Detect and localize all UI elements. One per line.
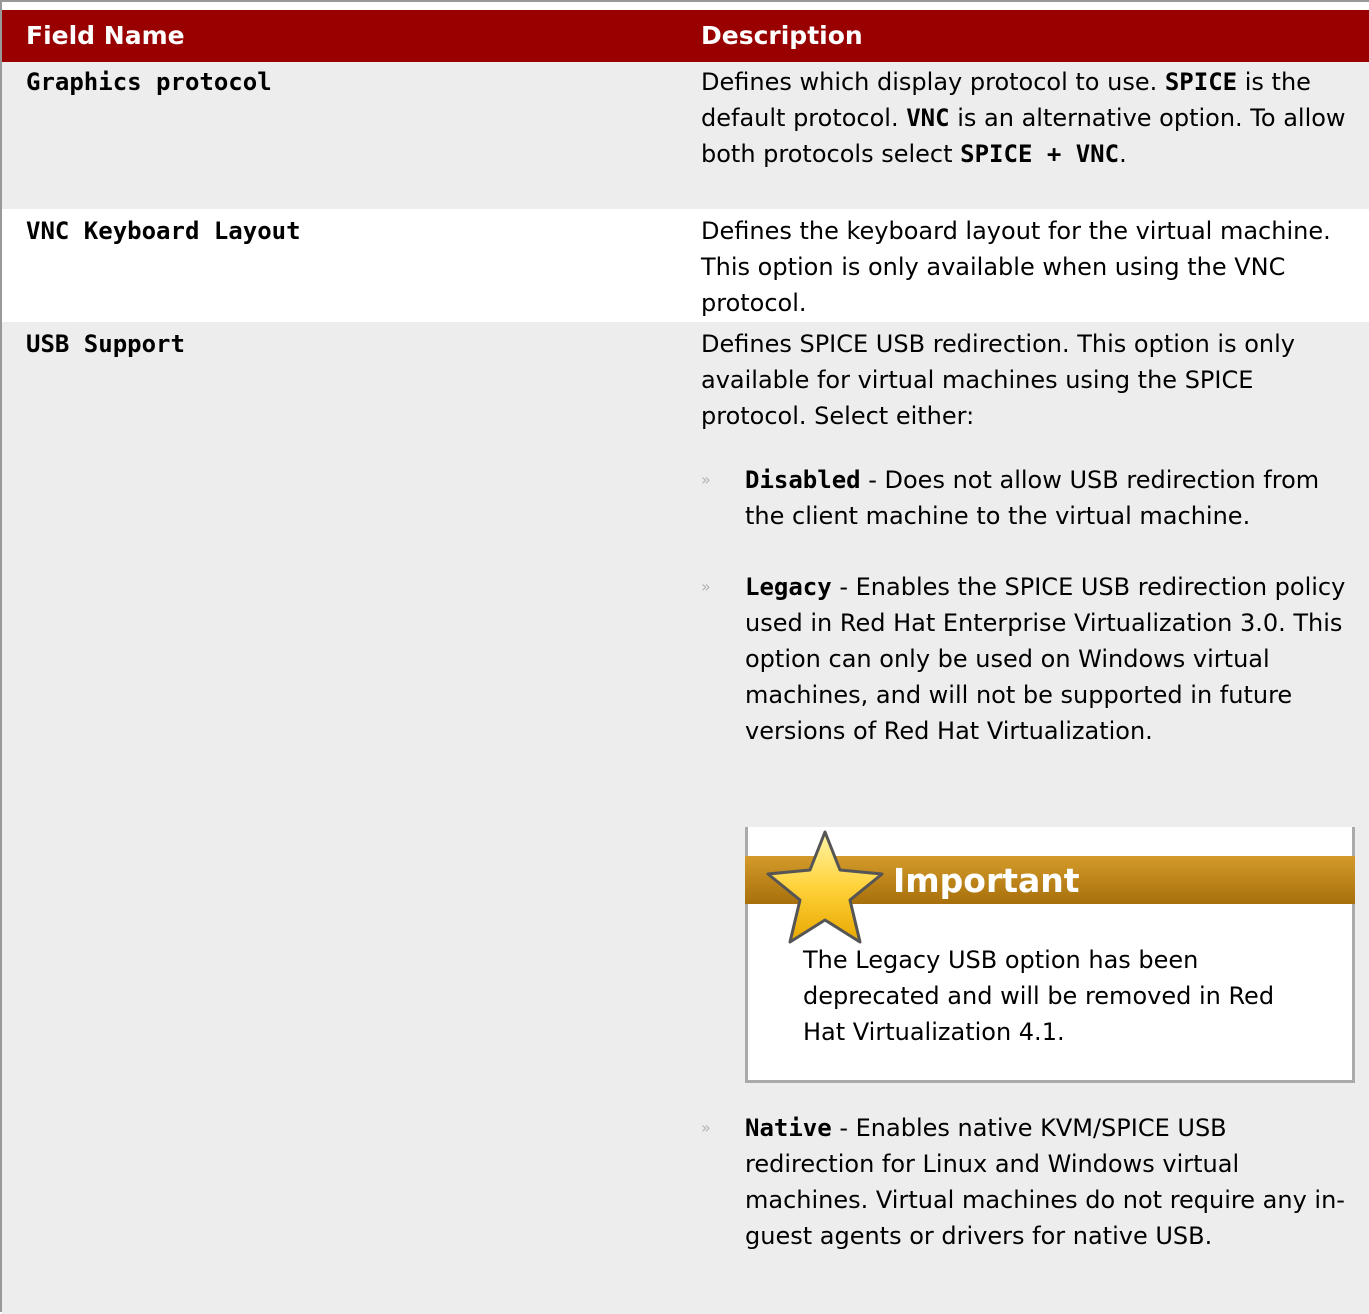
field-name: Graphics protocol [26, 68, 272, 96]
field-description: Defines which display protocol to use. S… [701, 68, 1346, 168]
table-header-row: Field Name Description [2, 10, 1369, 62]
field-description: Defines the keyboard layout for the virt… [701, 217, 1331, 317]
column-header-field-name: Field Name [26, 21, 185, 50]
bullet-marker-icon: » [701, 470, 711, 489]
admonition-title: Important [893, 861, 1080, 900]
table-row-graphics-protocol: Graphics protocol Defines which display … [2, 62, 1369, 209]
bullet-marker-icon: » [701, 577, 711, 596]
field-name: VNC Keyboard Layout [26, 217, 301, 245]
star-icon [766, 830, 884, 944]
field-description: Defines SPICE USB redirection. This opti… [701, 330, 1295, 430]
field-description-table: Field Name Description Graphics protocol… [0, 0, 1369, 1314]
table-row-vnc-keyboard-layout: VNC Keyboard Layout Defines the keyboard… [2, 209, 1369, 322]
bullet-marker-icon: » [701, 1118, 711, 1137]
admonition-text: The Legacy USB option has been deprecate… [803, 946, 1275, 1046]
column-header-description: Description [701, 21, 863, 50]
field-name: USB Support [26, 330, 185, 358]
